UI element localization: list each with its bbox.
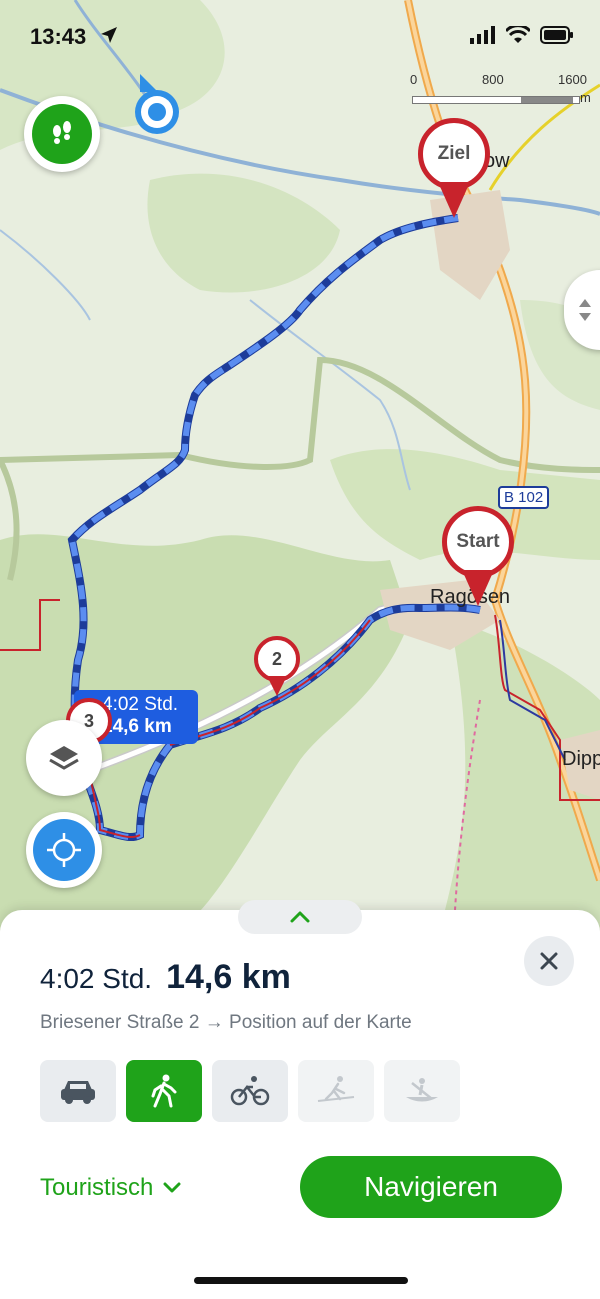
route-profile-label: Touristisch [40,1174,154,1201]
start-pin[interactable]: Start [438,506,518,614]
ski-icon [317,1076,355,1102]
close-button[interactable] [524,936,574,986]
summary-time: 4:02 Std. [40,963,153,994]
user-location-marker [132,72,182,136]
status-bar: 13:43 [0,0,600,70]
wifi-icon [504,24,532,49]
scale-tick: 800 [482,72,504,87]
scale-bar [412,96,580,104]
home-indicator[interactable] [194,1277,408,1284]
navigate-button[interactable]: Navigieren [300,1156,562,1218]
route-description: Briesener Straße 2 → Position auf der Ka… [40,1012,412,1033]
location-arrow-icon [100,26,118,49]
waypoint-2-pin[interactable]: 2 [254,636,300,698]
footprints-icon [32,104,92,164]
route-summary: 4:02 Std. 14,6 km [40,958,291,997]
route-label-time: 4:02 Std. [102,694,179,715]
route-sheet: 4:02 Std. 14,6 km Briesener Straße 2 → P… [0,900,600,1299]
mode-walk-button[interactable] [126,1060,202,1122]
tracking-button[interactable] [24,96,100,172]
pin-label: Start [456,531,500,552]
mode-canoe-button [384,1060,460,1122]
signal-icon [470,26,496,49]
walking-icon [151,1074,177,1108]
destination-pin[interactable]: Ziel [414,118,494,226]
route-label-distance: 14,6 km [102,716,172,737]
bicycle-icon [230,1076,270,1106]
chevron-down-icon [163,1182,181,1193]
car-icon [61,1081,95,1104]
chevron-up-icon [290,911,310,923]
summary-distance: 14,6 km [166,958,291,996]
scale-tick: 0 [410,72,418,87]
mode-car-button[interactable] [40,1060,116,1122]
status-time: 13:43 [30,24,87,49]
map-view[interactable]: 13:43 0 800 1600 m ow Ragösen Dipp B 102 [0,0,600,930]
transport-modes [40,1060,460,1122]
place-label: Dipp [562,748,600,770]
mode-ski-button [298,1060,374,1122]
compass-button[interactable] [26,812,102,888]
battery-icon [540,26,574,49]
scale-unit: m [580,90,591,105]
waypoint-label: 2 [271,648,282,669]
pin-label: Ziel [437,143,471,164]
layers-button[interactable] [26,720,102,796]
map-scale: 0 800 1600 m [410,70,595,110]
layers-icon [49,746,79,770]
close-icon [540,952,558,970]
scale-tick: 1600 [558,72,587,87]
mode-bike-button[interactable] [212,1060,288,1122]
route-profile-dropdown[interactable]: Touristisch [40,1174,181,1202]
sheet-expand-handle[interactable] [238,900,362,934]
compass-icon [33,819,95,881]
up-down-arrows-icon [579,299,591,321]
canoe-icon [406,1078,438,1102]
